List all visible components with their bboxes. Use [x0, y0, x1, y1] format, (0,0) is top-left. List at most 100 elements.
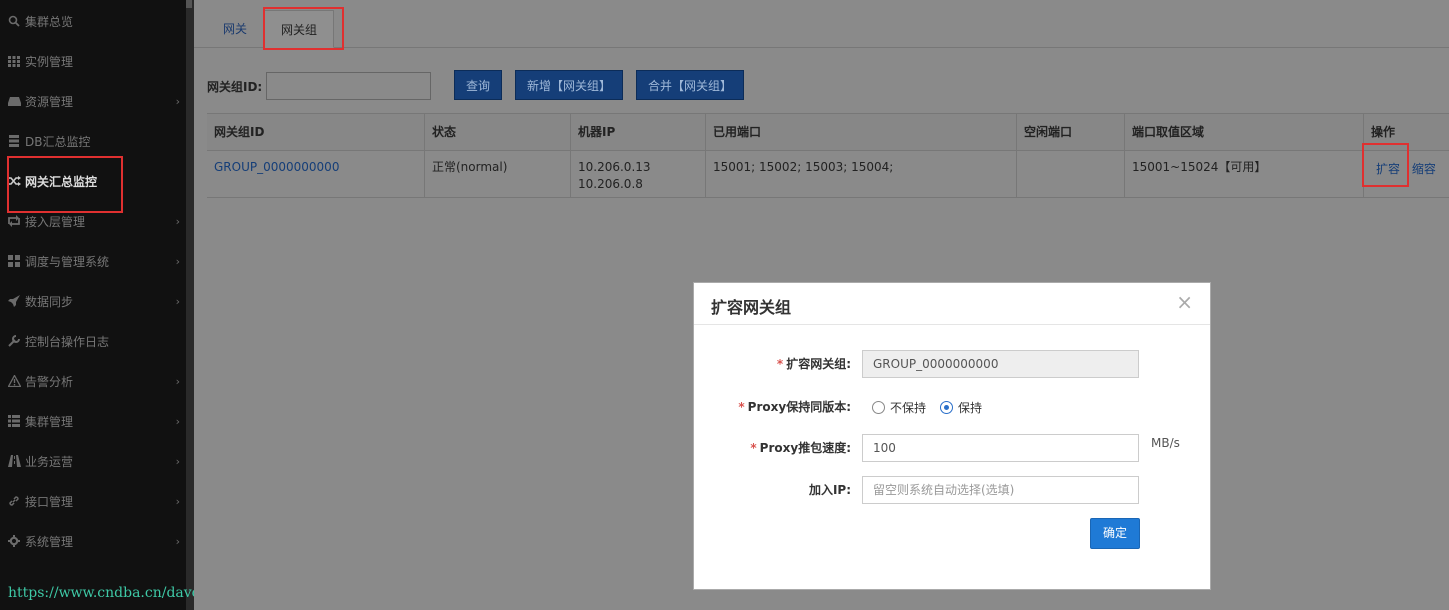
form-row-speed: * Proxy推包速度: 100 MB/s [694, 434, 1212, 462]
speed-input[interactable]: 100 [862, 434, 1139, 462]
sidebar-item-label: 接入层管理 [25, 214, 86, 229]
rocket-icon [7, 294, 21, 308]
tab-bar: 网关 网关组 [194, 0, 1449, 48]
sidebar-item-label: 数据同步 [25, 294, 74, 309]
grid-icon [7, 54, 21, 68]
sidebar-item-label: 告警分析 [25, 374, 74, 389]
dialog-title: 扩容网关组 [711, 298, 792, 317]
highlight-box [263, 7, 344, 50]
sidebar-scrollbar[interactable] [186, 0, 194, 610]
road-icon [7, 454, 21, 468]
tab-gateway[interactable]: 网关 [207, 10, 263, 48]
sidebar-item-alert-analysis[interactable]: 告警分析 › [0, 361, 186, 401]
expand-gateway-group-dialog: 扩容网关组 × * 扩容网关组: GROUP_0000000000 * Proxy保… [693, 282, 1211, 590]
form-row-ip: 加入IP: 留空则系统自动选择(选填) [694, 476, 1212, 504]
sidebar-item-label: 实例管理 [25, 54, 74, 69]
gear-icon [7, 534, 21, 548]
sidebar-item-system-management[interactable]: 系统管理 › [0, 521, 186, 561]
sidebar-item-instance-management[interactable]: 实例管理 [0, 41, 186, 81]
gateway-group-id-link[interactable]: GROUP_0000000000 [214, 160, 339, 174]
speed-label: * Proxy推包速度: [750, 441, 851, 455]
sidebar-item-cluster-management[interactable]: 集群管理 › [0, 401, 186, 441]
form-row-group: * 扩容网关组: GROUP_0000000000 [694, 350, 1212, 378]
radio-keep-label: 保持 [958, 400, 983, 415]
group-field: GROUP_0000000000 [862, 350, 1139, 378]
ip-input[interactable]: 留空则系统自动选择(选填) [862, 476, 1139, 504]
chevron-right-icon: › [175, 374, 180, 388]
ip-value: 10.206.0.13 [578, 160, 651, 174]
chevron-right-icon: › [175, 254, 180, 268]
close-icon[interactable]: × [1176, 290, 1193, 314]
chevron-right-icon: › [175, 414, 180, 428]
gateway-group-id-label: 网关组ID: [207, 79, 263, 94]
scrollbar-thumb[interactable] [186, 0, 192, 8]
sidebar-item-db-monitor[interactable]: DB汇总监控 [0, 121, 186, 161]
group-label: * 扩容网关组: [776, 357, 851, 371]
column-header: 已用端口 [706, 114, 1017, 151]
proxy-version-label: * Proxy保持同版本: [738, 400, 851, 414]
speed-unit: MB/s [1151, 436, 1180, 450]
table-header: 网关组ID 状态 机器IP 已用端口 空闲端口 端口取值区域 操作 [207, 114, 1449, 151]
sidebar-item-console-log[interactable]: 控制台操作日志 [0, 321, 186, 361]
sidebar-item-label: 资源管理 [25, 94, 74, 109]
server-icon [7, 134, 21, 148]
chevron-right-icon: › [175, 494, 180, 508]
table-row: GROUP_0000000000 正常(normal) 10.206.0.13 … [207, 151, 1449, 198]
sidebar-item-label: 业务运营 [25, 454, 74, 469]
form-row-proxy-version: * Proxy保持同版本: 不保持 保持 [694, 393, 1212, 421]
sidebar-item-resource-management[interactable]: 资源管理 › [0, 81, 186, 121]
list-icon [7, 414, 21, 428]
warning-icon [7, 374, 21, 388]
sidebar-item-label: 集群总览 [25, 14, 74, 29]
sidebar-item-data-sync[interactable]: 数据同步 › [0, 281, 186, 321]
column-header: 网关组ID [207, 114, 425, 151]
status-cell: 正常(normal) [425, 151, 571, 198]
sidebar-item-label: 集群管理 [25, 414, 74, 429]
filter-bar: 网关组ID: [207, 72, 432, 100]
used-ports-cell: 15001; 15002; 15003; 15004; [706, 151, 1017, 198]
gateway-group-table: 网关组ID 状态 机器IP 已用端口 空闲端口 端口取值区域 操作 GROUP_… [207, 113, 1449, 198]
chevron-right-icon: › [175, 534, 180, 548]
link-icon [7, 494, 21, 508]
merge-gateway-group-button[interactable]: 合并【网关组】 [636, 70, 745, 100]
chevron-right-icon: › [175, 454, 180, 468]
sidebar-item-label: 系统管理 [25, 534, 74, 549]
confirm-button[interactable]: 确定 [1090, 518, 1140, 549]
free-ports-cell [1017, 151, 1125, 198]
port-range-cell: 15001~15024【可用】 [1125, 151, 1364, 198]
dialog-header: 扩容网关组 × [694, 283, 1210, 325]
sidebar-item-label: 控制台操作日志 [25, 334, 110, 349]
ip-value: 10.206.0.8 [578, 177, 643, 191]
highlight-box [1362, 143, 1409, 187]
chevron-right-icon: › [175, 294, 180, 308]
sidebar-item-label: 调度与管理系统 [25, 254, 110, 269]
ip-label: 加入IP: [808, 483, 851, 497]
radio-keep[interactable] [940, 400, 954, 414]
sidebar-item-scheduling[interactable]: 调度与管理系统 › [0, 241, 186, 281]
gateway-group-id-input[interactable] [266, 72, 432, 100]
dashboard-icon [7, 254, 21, 268]
radio-not-keep-label: 不保持 [890, 400, 927, 415]
sidebar-item-cluster-overview[interactable]: 集群总览 [0, 1, 186, 41]
proxy-version-radio-group: 不保持 保持 [872, 393, 982, 421]
sidebar: 集群总览 实例管理 资源管理 › DB汇总监控 网关汇总监控 接入层管理 › 调… [0, 0, 186, 610]
search-icon [7, 14, 21, 28]
highlight-box [7, 156, 123, 213]
radio-not-keep[interactable] [872, 400, 885, 414]
sidebar-item-label: DB汇总监控 [25, 134, 91, 149]
column-header: 空闲端口 [1017, 114, 1125, 151]
drive-icon [7, 94, 21, 108]
sidebar-item-business-ops[interactable]: 业务运营 › [0, 441, 186, 481]
ip-cell: 10.206.0.13 10.206.0.8 [571, 151, 706, 198]
chevron-right-icon: › [175, 94, 180, 108]
wrench-icon [7, 334, 21, 348]
column-header: 机器IP [571, 114, 706, 151]
column-header: 状态 [425, 114, 571, 151]
sidebar-item-api-management[interactable]: 接口管理 › [0, 481, 186, 521]
query-button[interactable]: 查询 [454, 70, 503, 100]
shrink-link[interactable]: 缩容 [1412, 162, 1436, 176]
watermark: https://www.cndba.cn/dave [8, 585, 200, 601]
add-gateway-group-button[interactable]: 新增【网关组】 [515, 70, 624, 100]
column-header: 端口取值区域 [1125, 114, 1364, 151]
chevron-right-icon: › [175, 214, 180, 228]
